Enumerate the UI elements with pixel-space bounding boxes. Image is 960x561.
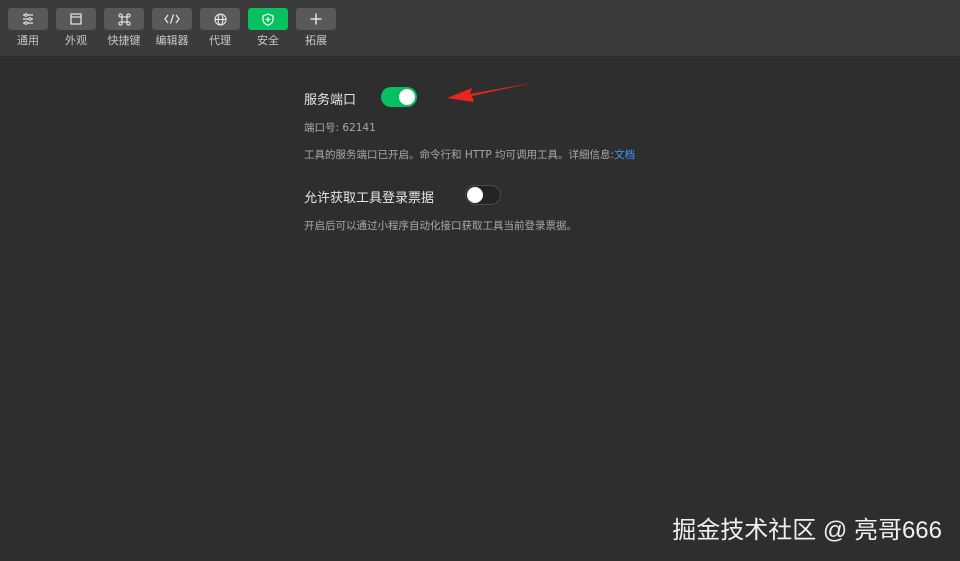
service-port-toggle-knob: [399, 89, 415, 105]
docs-link[interactable]: 文档: [614, 149, 635, 161]
proxy-button[interactable]: [200, 8, 240, 30]
shortcut-icon: [117, 12, 131, 26]
shortcuts-button[interactable]: [104, 8, 144, 30]
tab-general[interactable]: 通用: [8, 8, 48, 48]
login-ticket-toggle-knob: [467, 187, 483, 203]
security-button[interactable]: [248, 8, 288, 30]
service-port-desc-text: 工具的服务端口已开启。命令行和 HTTP 均可调用工具。详细信息:: [304, 149, 615, 161]
tab-shortcuts[interactable]: 快捷键: [104, 8, 144, 48]
shield-icon: [262, 12, 274, 26]
appearance-icon: [70, 13, 82, 25]
tab-appearance[interactable]: 外观: [56, 8, 96, 48]
tab-extensions[interactable]: 拓展: [296, 8, 336, 48]
service-port-title: 服务端口: [304, 93, 357, 108]
service-port-toggle[interactable]: [381, 87, 417, 107]
tab-proxy[interactable]: 代理: [200, 8, 240, 48]
tab-editor[interactable]: 编辑器: [152, 8, 192, 48]
editor-code-icon: [164, 14, 180, 24]
port-number-label: 端口号:: [304, 122, 340, 134]
general-button[interactable]: [8, 8, 48, 30]
tab-proxy-label: 代理: [209, 34, 231, 47]
settings-toolbar: 通用 外观 快捷键 编辑器 代理 安全 拓展: [0, 0, 960, 57]
red-annotation-arrow: [447, 82, 537, 102]
tab-security-label: 安全: [257, 34, 279, 47]
login-ticket-toggle[interactable]: [465, 185, 501, 205]
port-number-line: 端口号: 62141: [304, 120, 376, 135]
tab-security[interactable]: 安全: [248, 8, 288, 48]
general-settings-icon: [23, 13, 33, 25]
globe-icon: [213, 12, 227, 26]
login-ticket-description: 开启后可以通过小程序自动化接口获取工具当前登录票据。: [304, 220, 577, 232]
tab-editor-label: 编辑器: [155, 34, 189, 47]
tab-general-label: 通用: [17, 34, 39, 47]
plus-icon: [310, 13, 322, 25]
extensions-button[interactable]: [296, 8, 336, 30]
tab-extensions-label: 拓展: [305, 34, 327, 47]
service-port-description: 工具的服务端口已开启。命令行和 HTTP 均可调用工具。详细信息:文档: [304, 147, 635, 162]
editor-button[interactable]: [152, 8, 192, 30]
login-ticket-title: 允许获取工具登录票据: [304, 191, 435, 206]
tab-appearance-label: 外观: [65, 34, 87, 47]
watermark: 掘金技术社区 @ 亮哥666: [672, 517, 942, 544]
appearance-button[interactable]: [56, 8, 96, 30]
port-number-value: 62141: [342, 122, 376, 134]
tab-shortcuts-label: 快捷键: [107, 34, 141, 47]
